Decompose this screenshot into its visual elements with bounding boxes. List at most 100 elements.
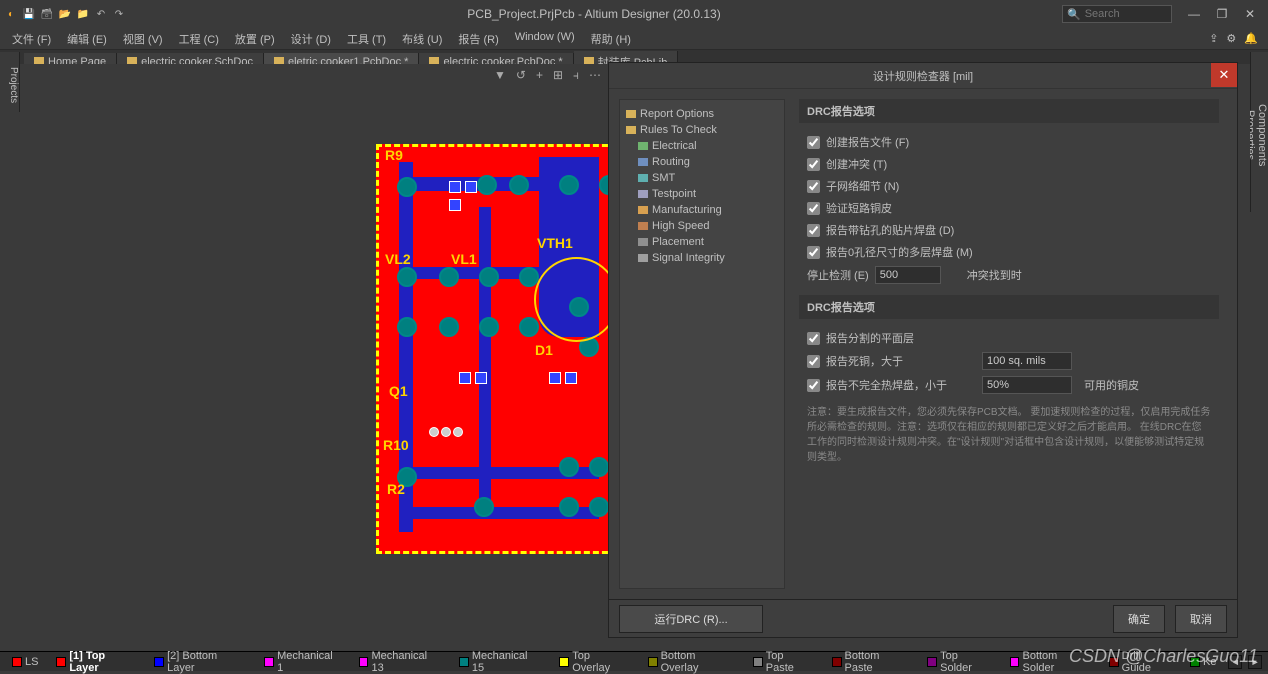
tree-label: Testpoint (652, 188, 696, 200)
window-title: PCB_Project.PrjPcb - Altium Designer (20… (126, 7, 1062, 21)
layer-label: Top Paste (766, 650, 814, 674)
rule-icon (638, 158, 648, 166)
chk-split-plane[interactable] (807, 332, 820, 345)
maximize-icon[interactable]: ❐ (1208, 7, 1236, 21)
layer-tab[interactable]: Bottom Overlay (642, 650, 741, 674)
search-icon: 🔍 (1067, 8, 1081, 21)
layer-label: Mechanical 13 (371, 650, 441, 674)
projects-panel-tab[interactable]: Projects (0, 52, 20, 112)
search-box[interactable]: 🔍 (1062, 5, 1172, 23)
notify-icon[interactable]: 🔔 (1244, 32, 1258, 45)
rule-icon (638, 142, 648, 150)
menu-item[interactable]: 文件 (F) (4, 29, 59, 49)
layer-tab[interactable]: Mechanical 1 (258, 650, 346, 674)
tree-item[interactable]: Routing (624, 154, 780, 170)
thermal-input[interactable] (982, 376, 1072, 394)
layer-swatch (648, 657, 658, 667)
drc-checkbox[interactable] (807, 136, 820, 149)
layer-tab[interactable]: Top Overlay (553, 650, 635, 674)
menu-item[interactable]: 工具 (T) (339, 29, 394, 49)
save-all-icon[interactable]: 🗃 (40, 7, 54, 21)
tree-item[interactable]: SMT (624, 170, 780, 186)
layer-swatch (1010, 657, 1020, 667)
menu-item[interactable]: Window (W) (507, 29, 583, 49)
tree-item[interactable]: Rules To Check (624, 122, 780, 138)
pcb-board[interactable]: R9 VL2 VL1 VTH1 D1 Q1 R10 R2 (376, 144, 626, 554)
layer-tab[interactable]: Bottom Solder (1004, 650, 1097, 674)
chk-dead-copper[interactable] (807, 355, 820, 368)
dialog-close-button[interactable]: ✕ (1211, 63, 1237, 87)
menu-item[interactable]: 视图 (V) (115, 29, 171, 49)
tree-item[interactable]: Signal Integrity (624, 250, 780, 266)
tree-label: Electrical (652, 140, 697, 152)
drc-checkbox[interactable] (807, 224, 820, 237)
layer-tab[interactable]: [2] Bottom Layer (148, 650, 252, 674)
menu-item[interactable]: 报告 (R) (450, 29, 506, 49)
drc-checkbox[interactable] (807, 202, 820, 215)
align-icon[interactable]: ⫞ (573, 68, 579, 83)
checkbox-label: 验证短路铜皮 (826, 200, 892, 216)
grid-icon[interactable]: ⊞ (553, 68, 563, 82)
silk-vl1: VL1 (451, 251, 477, 267)
layer-tab[interactable]: Drill Guide (1103, 650, 1178, 674)
menu-item[interactable]: 编辑 (E) (59, 29, 115, 49)
chk-thermal[interactable] (807, 379, 820, 392)
right-panel-tab[interactable]: Components (1256, 58, 1268, 212)
open-icon[interactable]: 📂 (58, 7, 72, 21)
rule-icon (638, 190, 648, 198)
layer-tab[interactable]: [1] Top Layer (50, 650, 142, 674)
menu-item[interactable]: 帮助 (H) (583, 29, 639, 49)
undo-icon[interactable]: ↶ (94, 7, 108, 21)
stop-count-input[interactable] (875, 266, 941, 284)
layer-prev[interactable]: ◄ (1228, 655, 1242, 669)
layer-tab[interactable]: Top Paste (747, 650, 820, 674)
settings-icon[interactable]: ⚙ (1226, 32, 1236, 45)
app-icon: ◐ (4, 7, 18, 21)
tree-label: Placement (652, 236, 704, 248)
more-icon[interactable]: ⋯ (589, 68, 601, 82)
layer-next[interactable]: ► (1248, 655, 1262, 669)
layer-swatch (832, 657, 842, 667)
run-drc-button[interactable]: 运行DRC (R)... (619, 605, 763, 633)
layer-label: Top Solder (940, 650, 992, 674)
layer-tab[interactable]: Ke (1184, 656, 1222, 668)
menu-item[interactable]: 工程 (C) (171, 29, 227, 49)
search-input[interactable] (1085, 8, 1167, 20)
folder-icon[interactable]: 📁 (76, 7, 90, 21)
add-icon[interactable]: + (536, 68, 543, 82)
rule-icon (638, 206, 648, 214)
filter-icon[interactable]: ▼ (494, 68, 506, 82)
minimize-icon[interactable]: — (1180, 7, 1208, 21)
layer-swatch (1109, 657, 1119, 667)
layer-tab[interactable]: LS (6, 656, 44, 668)
tree-item[interactable]: Report Options (624, 106, 780, 122)
menu-item[interactable]: 设计 (D) (283, 29, 339, 49)
rule-icon (638, 222, 648, 230)
tree-item[interactable]: Testpoint (624, 186, 780, 202)
tree-item[interactable]: Manufacturing (624, 202, 780, 218)
silk-r9: R9 (385, 147, 403, 163)
tree-item[interactable]: Placement (624, 234, 780, 250)
drc-checkbox[interactable] (807, 180, 820, 193)
right-panel-tabs: ComponentsProperties (1250, 52, 1268, 212)
layer-swatch (927, 657, 937, 667)
tree-item[interactable]: High Speed (624, 218, 780, 234)
ok-button[interactable]: 确定 (1113, 605, 1165, 633)
tree-item[interactable]: Electrical (624, 138, 780, 154)
drc-checkbox[interactable] (807, 158, 820, 171)
menu-item[interactable]: 布线 (U) (394, 29, 450, 49)
layer-tab[interactable]: Mechanical 13 (353, 650, 447, 674)
redo-icon[interactable]: ↷ (112, 7, 126, 21)
select-icon[interactable]: ↺ (516, 68, 526, 82)
tree-label: Routing (652, 156, 690, 168)
layer-tab[interactable]: Top Solder (921, 650, 997, 674)
save-icon[interactable]: 💾 (22, 7, 36, 21)
layer-tab[interactable]: Mechanical 15 (453, 650, 547, 674)
layer-tab[interactable]: Bottom Paste (826, 650, 916, 674)
drc-checkbox[interactable] (807, 246, 820, 259)
close-icon[interactable]: ✕ (1236, 7, 1264, 21)
dead-copper-input[interactable] (982, 352, 1072, 370)
cancel-button[interactable]: 取消 (1175, 605, 1227, 633)
share-icon[interactable]: ⇪ (1209, 32, 1218, 45)
menu-item[interactable]: 放置 (P) (227, 29, 283, 49)
